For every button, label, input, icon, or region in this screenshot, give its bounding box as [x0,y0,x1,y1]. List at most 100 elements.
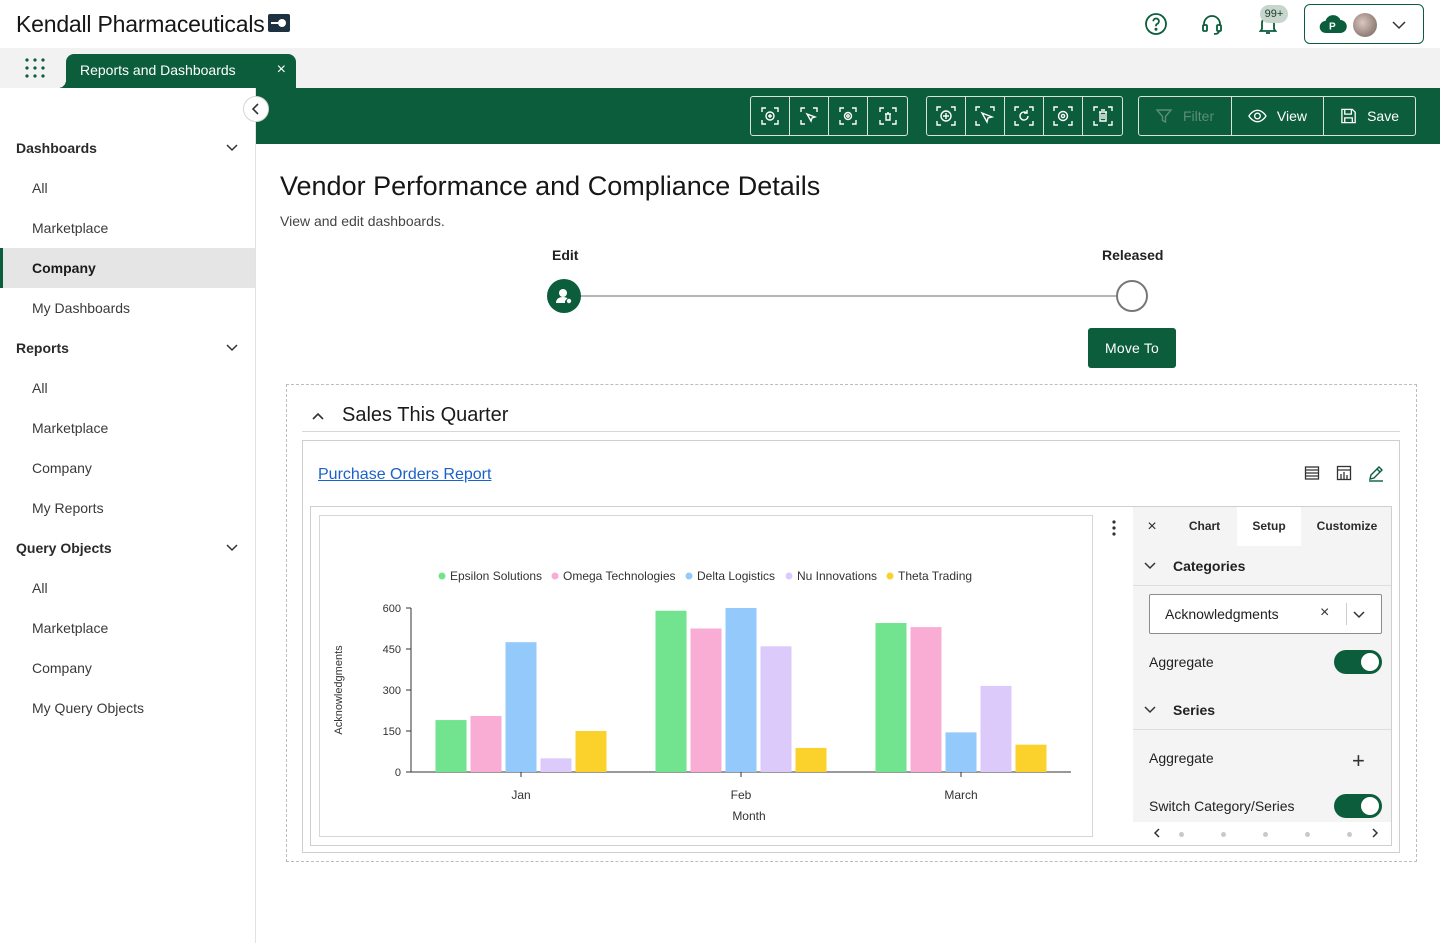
user-menu-button[interactable]: P [1304,4,1424,44]
panel-close-icon[interactable]: × [1133,507,1171,546]
pager-dot[interactable] [1347,832,1352,837]
bar [470,715,502,772]
section-settings-button[interactable] [1044,97,1083,135]
sidebar-item-my-dashboards[interactable]: My Dashboards [0,288,255,328]
legend-label: Nu Innovations [797,569,877,583]
legend-label: Omega Technologies [563,569,676,583]
sidebar-item-my-query-objects[interactable]: My Query Objects [0,688,255,728]
move-to-button[interactable]: Move To [1088,328,1176,368]
cloud-profile-icon: P [1319,15,1347,34]
add-widget-button[interactable] [751,97,790,135]
switch-category-series-toggle[interactable] [1334,794,1382,818]
y-tick-label: 600 [383,603,401,615]
tab-label: Reports and Dashboards [80,62,236,78]
sidebar-section-reports[interactable]: Reports [0,328,255,368]
edit-pencil-icon[interactable] [1367,464,1385,482]
tab-chart[interactable]: Chart [1173,507,1236,546]
top-bar: Kendall Pharmaceuticals 99+ P [0,0,1440,48]
sidebar-item-label: Company [32,260,96,276]
select-widget-button[interactable] [790,97,829,135]
step-released-node[interactable] [1116,280,1148,312]
bar [760,646,792,772]
add-section-icon [936,106,956,126]
sidebar-item-my-reports[interactable]: My Reports [0,488,255,528]
tab-close-icon[interactable]: × [277,61,286,79]
aggregate-toggle[interactable] [1334,650,1382,674]
table-view-icon[interactable] [1303,464,1321,482]
select-separator [1346,603,1347,625]
app-launcher-grid-icon[interactable] [24,57,46,79]
step-edit-node[interactable] [547,279,581,313]
chevron-right-icon[interactable] [1369,827,1381,839]
chevron-down-icon [226,544,238,552]
tab-reports-and-dashboards[interactable]: Reports and Dashboards × [58,54,296,88]
svg-text:P: P [1329,22,1336,33]
category-select[interactable]: Acknowledgments × [1149,594,1382,634]
bar [725,608,757,772]
help-icon[interactable] [1144,12,1168,36]
categories-header[interactable]: Categories [1133,546,1391,586]
sidebar-item-reports-company[interactable]: Company [0,448,255,488]
x-axis-title: Month [732,809,765,823]
switch-category-series-label: Switch Category/Series [1149,798,1295,814]
bar [980,685,1012,772]
bar [435,720,467,772]
sidebar-item-query-all[interactable]: All [0,568,255,608]
more-options-icon[interactable] [1106,518,1122,538]
sidebar-section-query-objects[interactable]: Query Objects [0,528,255,568]
view-label: View [1276,108,1307,124]
chart-container: Epsilon Solutions Omega Technologies Delta… [319,515,1093,837]
bar [655,610,687,772]
sidebar-item-label: Marketplace [32,420,109,436]
chart-view-icon[interactable] [1335,464,1353,482]
clear-selection-icon[interactable]: × [1320,604,1329,622]
sidebar-item-dashboards-company[interactable]: Company [0,248,255,288]
support-headset-icon[interactable] [1200,12,1224,36]
pager-dot[interactable] [1179,832,1184,837]
y-tick-label: 450 [383,644,401,656]
chevron-up-icon[interactable] [310,408,326,424]
x-tick-label: Jan [511,788,530,802]
aggregate-label: Aggregate [1149,654,1214,670]
pager-dot[interactable] [1221,832,1226,837]
section-divider [302,431,1400,432]
legend-swatch [886,572,894,580]
y-tick-label: 0 [395,767,401,779]
bar [795,747,827,772]
section-settings-icon [1053,106,1073,126]
pager-dot[interactable] [1305,832,1310,837]
pager-dot[interactable] [1263,832,1268,837]
sidebar-item-dashboards-marketplace[interactable]: Marketplace [0,208,255,248]
bar [875,623,907,772]
y-axis-title: Acknowledgments [333,645,345,735]
sidebar-item-reports-marketplace[interactable]: Marketplace [0,408,255,448]
sidebar-section-dashboards[interactable]: Dashboards [0,128,255,168]
chevron-down-icon[interactable] [1352,607,1366,621]
delete-widget-button[interactable] [868,97,907,135]
sidebar-item-reports-all[interactable]: All [0,368,255,408]
save-button[interactable]: Save [1324,97,1415,135]
add-aggregate-icon[interactable]: + [1352,748,1365,774]
sidebar-item-query-marketplace[interactable]: Marketplace [0,608,255,648]
bar [945,732,977,772]
x-tick-label: Feb [731,788,752,802]
filter-button[interactable]: Filter [1139,97,1232,135]
view-button[interactable]: View [1232,97,1324,135]
widget-settings-button[interactable] [829,97,868,135]
sidebar-item-query-company[interactable]: Company [0,648,255,688]
report-link[interactable]: Purchase Orders Report [318,466,491,484]
tab-customize[interactable]: Customize [1303,507,1391,546]
sidebar-item-label: All [32,180,48,196]
delete-section-button[interactable] [1083,97,1122,135]
select-section-button[interactable] [966,97,1005,135]
y-tick-label: 300 [383,685,401,697]
chevron-left-icon[interactable] [1151,827,1163,839]
add-section-button[interactable] [927,97,966,135]
series-header[interactable]: Series [1133,690,1391,730]
legend-label: Epsilon Solutions [450,569,542,583]
sidebar-collapse-button[interactable] [243,96,269,122]
tab-setup[interactable]: Setup [1237,507,1301,546]
sidebar-item-dashboards-all[interactable]: All [0,168,255,208]
bar-chart: Epsilon Solutions Omega Technologies Delta… [333,569,1071,823]
refresh-section-button[interactable] [1005,97,1044,135]
